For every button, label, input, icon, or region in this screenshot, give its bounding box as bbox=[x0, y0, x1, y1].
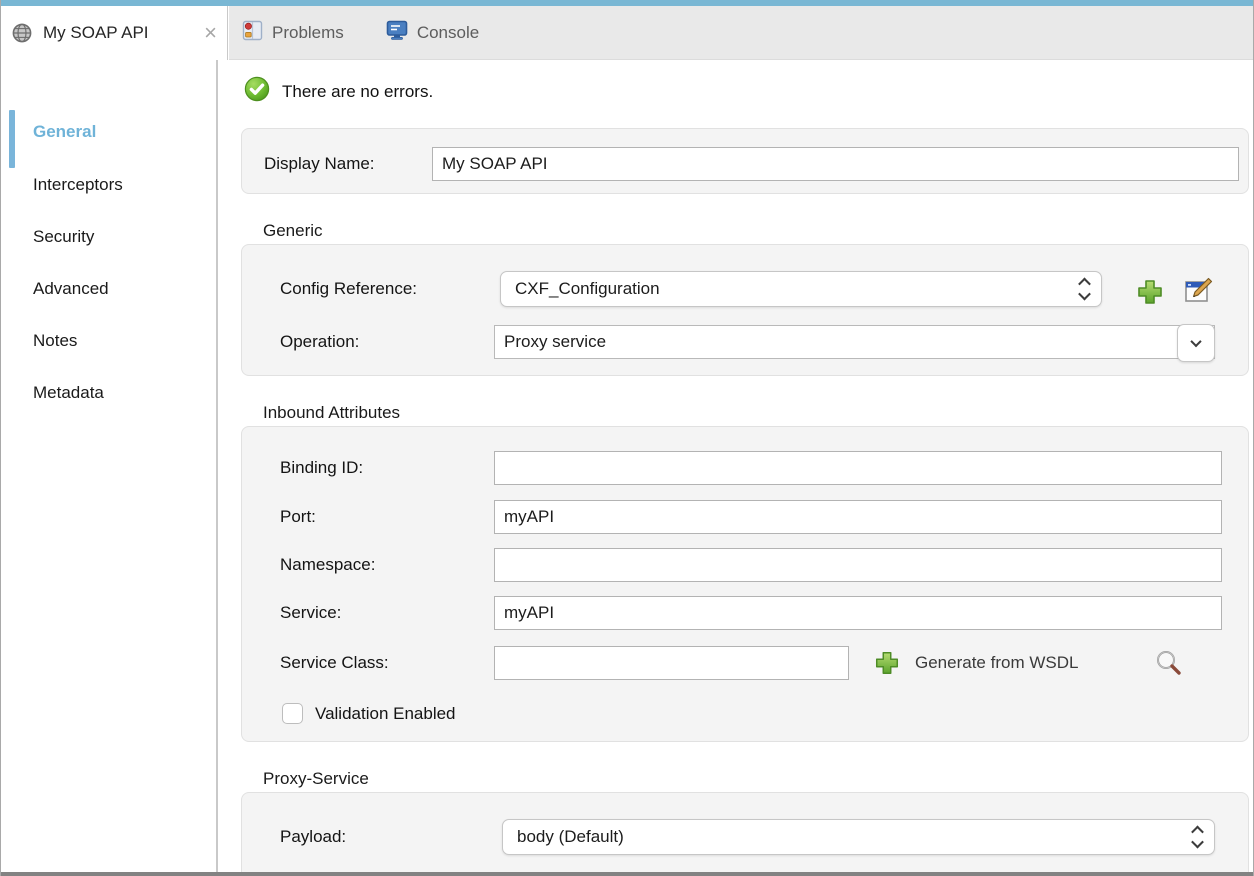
service-input[interactable] bbox=[494, 596, 1222, 630]
active-section-indicator bbox=[9, 110, 15, 168]
dropdown-stepper-icon bbox=[1067, 278, 1101, 300]
view-tabs-area: Problems Console bbox=[229, 6, 1254, 60]
generate-from-wsdl-label[interactable]: Generate from WSDL bbox=[915, 646, 1078, 680]
chevron-down-icon bbox=[1177, 324, 1215, 362]
proxy-service-group: Payload: body (Default) bbox=[241, 792, 1249, 876]
add-config-button[interactable] bbox=[1135, 277, 1165, 307]
tab-bar: My SOAP API × Problems bbox=[1, 6, 1254, 60]
tab-problems[interactable]: Problems bbox=[242, 20, 344, 46]
binding-id-label: Binding ID: bbox=[280, 451, 363, 485]
tab-console-label: Console bbox=[417, 23, 479, 43]
problems-icon bbox=[242, 20, 263, 46]
tab-my-soap-api[interactable]: My SOAP API × bbox=[1, 6, 228, 60]
config-reference-label: Config Reference: bbox=[280, 271, 417, 307]
status-message: There are no errors. bbox=[282, 82, 433, 102]
display-name-input[interactable] bbox=[432, 147, 1239, 181]
sidebar-item-interceptors[interactable]: Interceptors bbox=[33, 173, 123, 197]
validation-status: There are no errors. bbox=[244, 76, 433, 107]
display-name-group: Display Name: bbox=[241, 128, 1249, 194]
window-bottom-border bbox=[1, 872, 1254, 876]
generic-group: Config Reference: CXF_Configuration bbox=[241, 244, 1249, 376]
validation-enabled-checkbox[interactable] bbox=[282, 703, 303, 724]
search-wsdl-icon[interactable] bbox=[1154, 648, 1184, 678]
console-icon bbox=[386, 20, 408, 46]
inbound-group: Binding ID: Port: Namespace: Service: Se… bbox=[241, 426, 1249, 742]
namespace-input[interactable] bbox=[494, 548, 1222, 582]
generate-from-wsdl-add-button[interactable] bbox=[873, 649, 901, 677]
payload-value: body (Default) bbox=[503, 827, 1180, 847]
binding-id-input[interactable] bbox=[494, 451, 1222, 485]
sections-sidebar: General Interceptors Security Advanced N… bbox=[1, 60, 218, 872]
edit-config-icon[interactable] bbox=[1181, 274, 1215, 308]
tab-problems-label: Problems bbox=[272, 23, 344, 43]
namespace-label: Namespace: bbox=[280, 548, 375, 582]
tab-title: My SOAP API bbox=[43, 23, 200, 43]
config-reference-select[interactable]: CXF_Configuration bbox=[500, 271, 1102, 307]
port-label: Port: bbox=[280, 500, 316, 534]
sidebar-item-advanced[interactable]: Advanced bbox=[33, 277, 109, 301]
sidebar-item-general[interactable]: General bbox=[33, 120, 96, 144]
proxy-service-section-heading: Proxy-Service bbox=[263, 768, 369, 790]
globe-icon bbox=[11, 22, 33, 44]
properties-editor-window: My SOAP API × Problems bbox=[0, 0, 1254, 876]
payload-select[interactable]: body (Default) bbox=[502, 819, 1215, 855]
inbound-section-heading: Inbound Attributes bbox=[263, 402, 400, 424]
service-label: Service: bbox=[280, 596, 341, 630]
sidebar-item-metadata[interactable]: Metadata bbox=[33, 381, 104, 405]
operation-select[interactable]: Proxy service bbox=[494, 325, 1215, 359]
tab-console[interactable]: Console bbox=[386, 20, 479, 46]
close-icon[interactable]: × bbox=[204, 23, 217, 43]
operation-label: Operation: bbox=[280, 325, 359, 359]
config-reference-value: CXF_Configuration bbox=[501, 279, 1067, 299]
payload-label: Payload: bbox=[280, 819, 346, 855]
validation-enabled-label: Validation Enabled bbox=[315, 697, 456, 731]
generic-section-heading: Generic bbox=[263, 220, 323, 242]
display-name-label: Display Name: bbox=[264, 147, 375, 181]
dropdown-stepper-icon bbox=[1180, 826, 1214, 848]
sidebar-item-notes[interactable]: Notes bbox=[33, 329, 77, 353]
operation-value: Proxy service bbox=[495, 332, 1214, 352]
success-check-icon bbox=[244, 76, 270, 107]
service-class-input[interactable] bbox=[494, 646, 849, 680]
sidebar-item-security[interactable]: Security bbox=[33, 225, 94, 249]
port-input[interactable] bbox=[494, 500, 1222, 534]
service-class-label: Service Class: bbox=[280, 646, 389, 680]
